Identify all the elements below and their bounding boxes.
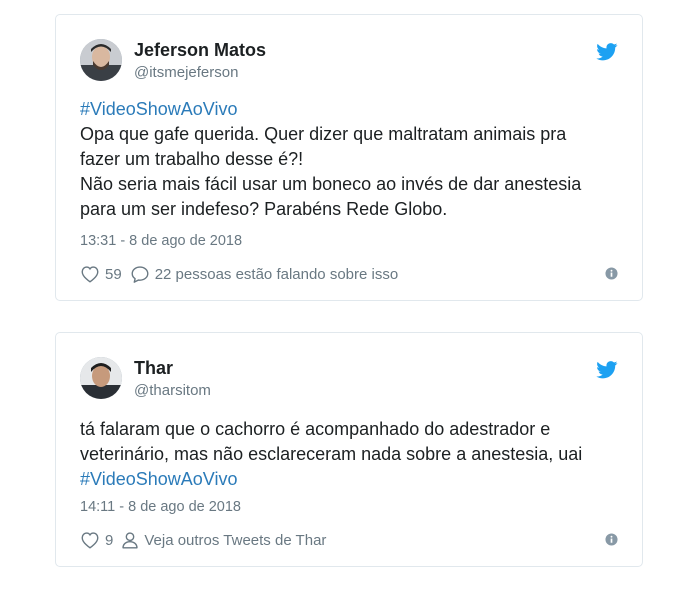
tweet-timestamp[interactable]: 13:31 - 8 de ago de 2018 — [80, 233, 242, 249]
like-button[interactable]: 59 — [80, 265, 122, 283]
tweet-actions: 59 22 pessoas estão falando sobre isso — [80, 264, 406, 284]
tweet-text-line: Não seria mais fácil usar um boneco ao i… — [80, 174, 582, 194]
more-tweets-link[interactable]: Veja outros Tweets de Thar — [121, 531, 326, 549]
tweet-card: Jeferson Matos @itsmejeferson #VideoShow… — [55, 14, 643, 301]
tweet-text-line: veterinário, mas não esclareceram nada s… — [80, 444, 583, 464]
tweet-timestamp[interactable]: 14:11 - 8 de ago de 2018 — [80, 499, 241, 515]
heart-icon — [81, 266, 99, 283]
author-avatar[interactable] — [80, 39, 122, 81]
speech-bubble-icon — [131, 266, 149, 283]
more-tweets-label: Veja outros Tweets de Thar — [144, 531, 327, 549]
twitter-bird-icon[interactable] — [596, 43, 618, 61]
replies-label: 22 pessoas estão falando sobre isso — [154, 265, 399, 283]
tweet-text-line: para um ser indefeso? Parabéns Rede Glob… — [80, 199, 448, 219]
author-name[interactable]: Thar — [134, 358, 173, 379]
person-icon — [122, 532, 138, 549]
hashtag-link[interactable]: #VideoShowAoVivo — [80, 97, 620, 122]
heart-icon — [81, 532, 99, 549]
author-avatar[interactable] — [80, 357, 122, 399]
like-count: 59 — [105, 265, 122, 283]
author-name[interactable]: Jeferson Matos — [134, 40, 266, 61]
twitter-bird-icon[interactable] — [596, 361, 618, 379]
tweet-card: Thar @tharsitom tá falaram que o cachorr… — [55, 332, 643, 567]
info-icon[interactable] — [605, 267, 618, 280]
replies-link[interactable]: 22 pessoas estão falando sobre isso — [130, 265, 399, 283]
author-handle[interactable]: @itsmejeferson — [134, 64, 238, 81]
tweet-text: tá falaram que o cachorro é acompanhado … — [80, 417, 620, 492]
like-button[interactable]: 9 — [80, 531, 113, 549]
tweet-text-line: fazer um trabalho desse é?! — [80, 149, 304, 169]
tweet-text: #VideoShowAoVivo Opa que gafe querida. Q… — [80, 97, 620, 222]
hashtag-link[interactable]: #VideoShowAoVivo — [80, 467, 620, 492]
author-handle[interactable]: @tharsitom — [134, 382, 211, 399]
like-count: 9 — [105, 531, 114, 549]
tweet-actions: 9 Veja outros Tweets de Thar — [80, 530, 334, 550]
tweet-text-line: Opa que gafe querida. Quer dizer que mal… — [80, 124, 567, 144]
tweet-text-line: tá falaram que o cachorro é acompanhado … — [80, 419, 551, 439]
info-icon[interactable] — [605, 533, 618, 546]
